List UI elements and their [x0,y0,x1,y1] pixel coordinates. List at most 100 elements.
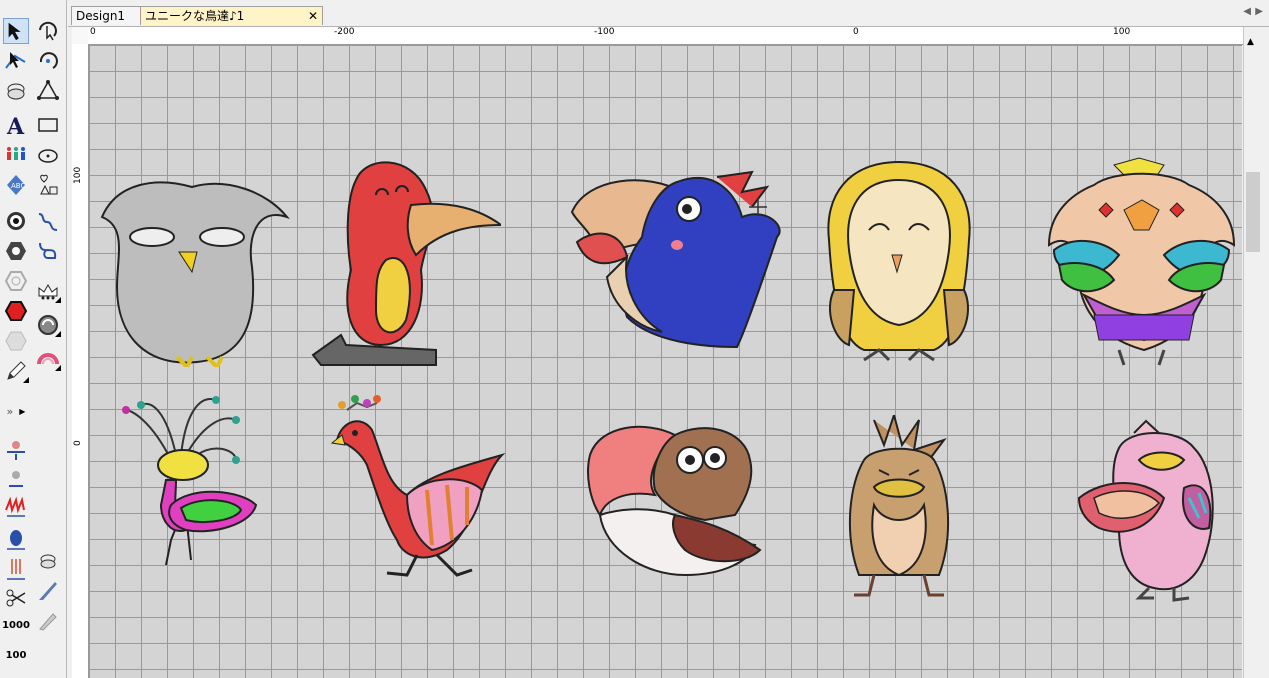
gray-owl-design[interactable] [97,177,292,367]
svg-text:A: A [6,114,25,138]
brown-chick-design[interactable] [844,415,954,600]
tab-design1[interactable]: Design1 [71,6,141,25]
knife-icon [39,582,57,600]
stitch-icon [7,83,25,100]
text-icon: A [6,114,25,138]
ellipse-tool[interactable] [35,142,61,168]
people-tool[interactable] [3,142,29,168]
svg-text:ABC: ABC [11,182,25,190]
wave-path-icon [38,213,58,231]
play-arrow-icon: ▶ [19,406,26,416]
rectangle-icon [38,118,58,132]
design-canvas[interactable] [89,45,1242,678]
stitch-count-1000-label: 1000 [2,619,30,631]
node-edit-icon [5,52,26,69]
ruler-mark: 0 [73,440,83,446]
horizontal-ruler: 0 -200 -100 0 100 [88,27,1248,45]
wave-tool[interactable] [35,208,61,234]
pink-bird-design[interactable] [1074,418,1224,603]
needle-tool[interactable] [3,556,29,582]
scrollbar-thumb[interactable] [1246,172,1260,252]
colorful-owl-design[interactable] [1044,155,1239,375]
ruler-mark: 100 [1113,27,1131,37]
red-peacock-design[interactable] [327,395,507,580]
knife-tool[interactable] [35,578,61,604]
badge-tool[interactable]: ABC [3,172,29,198]
gray-pencil-tool[interactable] [35,608,61,634]
curve-tool[interactable] [35,238,61,264]
ruler-mark: -100 [594,27,615,37]
hexagon-outline-tool[interactable] [3,268,29,294]
text-tool[interactable]: A [3,112,29,138]
blue-toucan-design[interactable] [567,167,787,357]
triangle-nodes-icon [37,80,59,100]
stop-hexagon-icon [4,301,28,321]
stop-hexagon-tool[interactable] [3,298,29,324]
yellow-owl-design[interactable] [824,160,974,375]
arrow-select-icon [8,22,21,41]
spool-tool[interactable] [3,526,29,552]
zigzag-tool[interactable] [3,494,29,520]
curve-path-icon [39,242,57,259]
stitch-count-100[interactable]: 100 [2,642,30,668]
crosshair-cursor-icon [749,198,767,216]
hexagon-icon [6,242,26,260]
circle-target-icon [7,212,25,230]
stitch-count-1000[interactable]: 1000 [2,612,30,638]
tab-unique-birds[interactable]: ユニークな鳥達♪1 ✕ [140,6,323,25]
vertical-ruler: 100 0 [72,44,89,678]
shape-badge-icon: ABC [7,175,25,195]
vertical-scrollbar[interactable]: ▲ [1243,27,1269,678]
left-toolbar: A ABC » ▶ 1000 100 [0,0,67,678]
tab-unique-birds-label: ユニークな鳥達♪1 [145,9,245,23]
rotate-select-tool[interactable] [35,48,61,74]
hexagon-tool[interactable] [3,238,29,264]
select-arrow-tool[interactable] [3,18,29,44]
pink-beak-parrot-design[interactable] [585,420,765,580]
pink-peacock-chick-design[interactable] [111,390,261,575]
rectangle-tool[interactable] [35,112,61,138]
tack-up-icon [9,471,23,487]
ruler-mark: 0 [90,27,96,37]
lasso-select-tool[interactable] [35,18,61,44]
tab-scroll-right-icon[interactable]: ▶ [1255,6,1263,17]
ruler-mark: -200 [334,27,355,37]
double-chevron-icon: » [6,404,14,418]
tab-design1-label: Design1 [76,9,126,23]
ruler-corner [72,27,88,44]
red-hornbill-design[interactable] [311,160,501,370]
rotate-node-icon [39,52,58,69]
zigzag-icon [5,496,25,517]
shapes-icon [40,174,58,195]
gray-hexagon-tool[interactable] [3,328,29,354]
needle-icon [7,559,25,580]
ellipse-icon [38,149,58,163]
circle-target-tool[interactable] [3,208,29,234]
people-icon [7,147,25,160]
gray-circle-tool[interactable] [35,312,61,338]
stitch-small-icon [40,554,56,569]
tack-down-tool[interactable] [3,436,29,462]
scroll-up-icon[interactable]: ▲ [1247,37,1254,47]
stitch-tool[interactable] [3,78,29,104]
close-icon[interactable]: ✕ [308,7,318,26]
tack-icon [7,441,25,460]
expand-toolbar[interactable]: » ▶ [3,404,29,418]
point-edit-tool[interactable] [3,48,29,74]
node-triangle-tool[interactable] [35,78,61,104]
tack-up-tool[interactable] [3,466,29,492]
document-tab-bar: Design1 ユニークな鳥達♪1 ✕ ◀ ▶ [68,0,1269,27]
pink-arc-tool[interactable] [35,346,61,372]
stitch-small-tool[interactable] [35,548,61,574]
scissors-tool[interactable] [3,586,29,612]
pencil-tool[interactable] [3,358,29,384]
gray-hexagon-icon [5,331,27,351]
ruler-mark: 100 [73,166,83,184]
stitch-count-100-label: 100 [5,649,27,661]
shapes-tool[interactable] [35,172,61,198]
lasso-arrow-icon [39,21,57,41]
spool-icon [7,530,25,550]
tab-scroll-left-icon[interactable]: ◀ [1243,6,1251,17]
crown-tool[interactable] [35,278,61,304]
hexagon-outline-icon [4,271,28,291]
